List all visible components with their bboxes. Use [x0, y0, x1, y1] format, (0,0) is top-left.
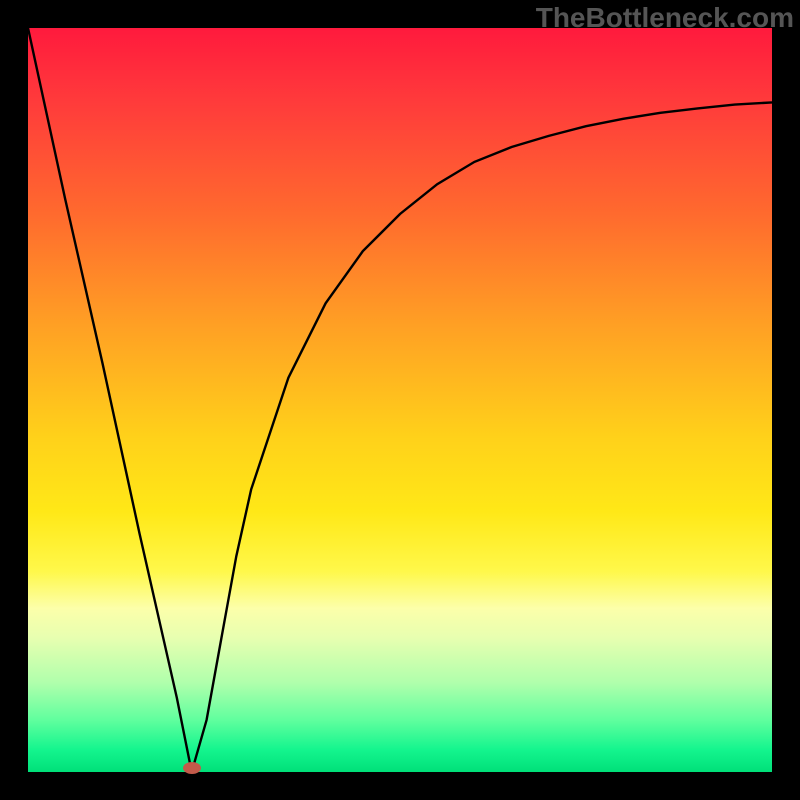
optimal-point-marker [183, 762, 201, 774]
curve-path [28, 28, 772, 772]
bottleneck-curve [28, 28, 772, 772]
watermark-text: TheBottleneck.com [536, 2, 794, 34]
chart-plot-area [28, 28, 772, 772]
